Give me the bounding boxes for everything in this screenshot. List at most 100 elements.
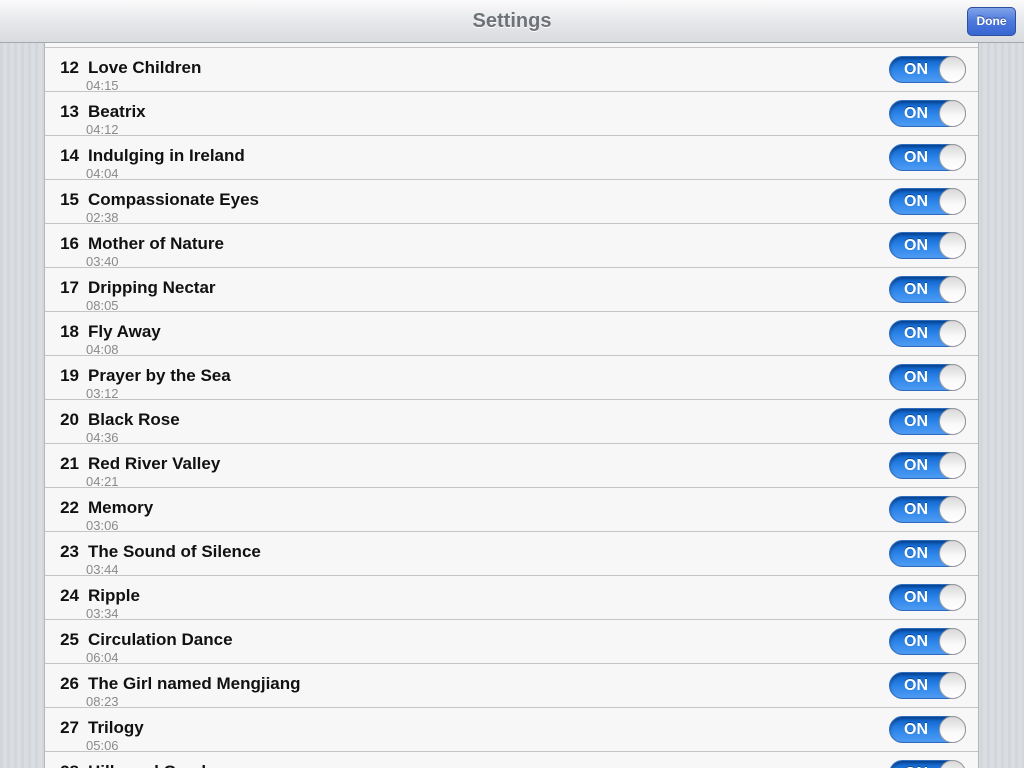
track-title: Indulging in Ireland (88, 146, 245, 165)
toggle-knob[interactable] (939, 56, 966, 83)
track-row: 21 Red River Valley 04:21 ON (45, 443, 978, 489)
track-row: 27 Trilogy 05:06 ON (45, 707, 978, 753)
toggle-on-label: ON (904, 325, 928, 342)
track-enabled-toggle[interactable]: ON (889, 584, 966, 611)
track-enabled-toggle[interactable]: ON (889, 232, 966, 259)
toggle-on-label: ON (904, 193, 928, 210)
track-row: 25 Circulation Dance 06:04 ON (45, 619, 978, 665)
track-number: 15 (60, 190, 79, 209)
page-title: Settings (472, 10, 552, 32)
track-enabled-toggle[interactable]: ON (889, 628, 966, 655)
toggle-knob[interactable] (939, 232, 966, 259)
toggle-knob[interactable] (939, 540, 966, 567)
track-row: 24 Ripple 03:34 ON (45, 575, 978, 621)
track-enabled-toggle[interactable]: ON (889, 540, 966, 567)
track-title: Fly Away (88, 322, 161, 341)
toggle-knob[interactable] (939, 760, 966, 768)
toggle-knob[interactable] (939, 496, 966, 523)
toggle-on-label: ON (904, 677, 928, 694)
track-row: 17 Dripping Nectar 08:05 ON (45, 267, 978, 313)
track-row: 13 Beatrix 04:12 ON (45, 91, 978, 137)
track-enabled-toggle[interactable]: ON (889, 56, 966, 83)
track-row: 26 The Girl named Mengjiang 08:23 ON (45, 663, 978, 709)
toggle-on-label: ON (904, 413, 928, 430)
track-enabled-toggle[interactable]: ON (889, 320, 966, 347)
track-enabled-toggle[interactable]: ON (889, 364, 966, 391)
track-number: 23 (60, 542, 79, 561)
track-number: 27 (60, 718, 79, 737)
toggle-on-label: ON (904, 633, 928, 650)
track-enabled-toggle[interactable]: ON (889, 408, 966, 435)
track-enabled-toggle[interactable]: ON (889, 760, 966, 768)
track-title: Memory (88, 498, 154, 517)
track-title: Love Children (88, 58, 202, 77)
track-enabled-toggle[interactable]: ON (889, 672, 966, 699)
toggle-on-label: ON (904, 501, 928, 518)
toggle-knob[interactable] (939, 320, 966, 347)
track-number: 19 (60, 366, 79, 385)
toggle-knob[interactable] (939, 364, 966, 391)
track-number: 14 (60, 146, 79, 165)
toggle-on-label: ON (904, 105, 928, 122)
track-title: Black Rose (88, 410, 180, 429)
track-title: Prayer by the Sea (88, 366, 231, 385)
toggle-knob[interactable] (939, 452, 966, 479)
track-title: Mother of Nature (88, 234, 224, 253)
track-number: 17 (60, 278, 79, 297)
track-enabled-toggle[interactable]: ON (889, 100, 966, 127)
track-row: 19 Prayer by the Sea 03:12 ON (45, 355, 978, 401)
track-row: 23 The Sound of Silence 03:44 ON (45, 531, 978, 577)
track-number: 22 (60, 498, 79, 517)
track-number: 28 (45, 762, 79, 768)
toggle-on-label: ON (904, 721, 928, 738)
track-enabled-toggle[interactable]: ON (889, 188, 966, 215)
track-enabled-toggle[interactable]: ON (889, 716, 966, 743)
toggle-on-label: ON (904, 589, 928, 606)
track-title: Ripple (88, 586, 140, 605)
toggle-on-label: ON (904, 369, 928, 386)
track-row: 20 Black Rose 04:36 ON (45, 399, 978, 445)
track-number: 12 (60, 58, 79, 77)
toggle-knob[interactable] (939, 276, 966, 303)
navigation-bar: Settings Done (0, 0, 1024, 43)
track-number: 26 (60, 674, 79, 693)
toggle-on-label: ON (904, 545, 928, 562)
toggle-knob[interactable] (939, 408, 966, 435)
track-number: 25 (60, 630, 79, 649)
toggle-knob[interactable] (939, 188, 966, 215)
track-title: Compassionate Eyes (88, 190, 260, 209)
track-list[interactable]: 12 Love Children 04:15 ON 13 Beatrix 04:12 ON 14… (44, 43, 979, 768)
track-list-rows: 12 Love Children 04:15 ON 13 Beatrix 04:12 ON 14… (45, 47, 978, 768)
track-enabled-toggle[interactable]: ON (889, 144, 966, 171)
toggle-on-label: ON (904, 761, 928, 768)
toggle-knob[interactable] (939, 100, 966, 127)
toggle-knob[interactable] (939, 716, 966, 743)
track-row: 16 Mother of Nature 03:40 ON (45, 223, 978, 269)
track-title: The Girl named Mengjiang (88, 674, 301, 693)
track-enabled-toggle[interactable]: ON (889, 496, 966, 523)
track-enabled-toggle[interactable]: ON (889, 452, 966, 479)
track-title: Hillwood Creek (88, 762, 211, 768)
track-row: 28 Hillwood Creek ON (45, 751, 978, 768)
toggle-on-label: ON (904, 237, 928, 254)
toggle-on-label: ON (904, 281, 928, 298)
track-number: 24 (60, 586, 79, 605)
track-enabled-toggle[interactable]: ON (889, 276, 966, 303)
track-row: 22 Memory 03:06 ON (45, 487, 978, 533)
track-number: 13 (60, 102, 79, 121)
toggle-knob[interactable] (939, 672, 966, 699)
track-row: 12 Love Children 04:15 ON (45, 47, 978, 93)
toggle-knob[interactable] (939, 584, 966, 611)
track-row: 14 Indulging in Ireland 04:04 ON (45, 135, 978, 181)
track-title: Red River Valley (88, 454, 221, 473)
track-title: The Sound of Silence (88, 542, 261, 561)
toggle-knob[interactable] (939, 144, 966, 171)
track-row: 15 Compassionate Eyes 02:38 ON (45, 179, 978, 225)
track-title: Circulation Dance (88, 630, 233, 649)
track-row: 18 Fly Away 04:08 ON (45, 311, 978, 357)
toggle-on-label: ON (904, 61, 928, 78)
track-number: 20 (60, 410, 79, 429)
done-button[interactable]: Done (967, 7, 1016, 36)
toggle-knob[interactable] (939, 628, 966, 655)
track-title: Trilogy (88, 718, 144, 737)
